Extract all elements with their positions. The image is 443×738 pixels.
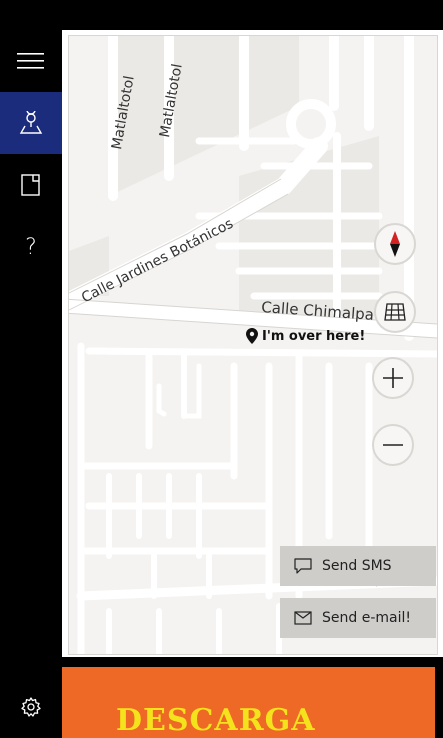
- send-email-label: Send e-mail!: [322, 610, 411, 626]
- ad-banner[interactable]: DESCARGA: [62, 667, 435, 738]
- map-pin-marker-icon: [246, 328, 258, 344]
- sidebar-item-map[interactable]: [0, 92, 62, 154]
- sidebar: ?: [0, 30, 62, 738]
- zoom-out-button[interactable]: [372, 424, 414, 466]
- ad-banner-text: DESCARGA: [116, 703, 316, 738]
- minus-icon: [383, 444, 403, 446]
- note-icon: [21, 174, 40, 196]
- zoom-in-button[interactable]: [372, 357, 414, 399]
- hamburger-menu-button[interactable]: [0, 30, 62, 92]
- send-email-button[interactable]: Send e-mail!: [280, 598, 436, 638]
- sidebar-item-help[interactable]: ?: [0, 216, 62, 278]
- plus-icon: [383, 368, 403, 388]
- send-sms-label: Send SMS: [322, 558, 392, 574]
- settings-button[interactable]: [0, 676, 62, 738]
- sidebar-item-notes[interactable]: [0, 154, 62, 216]
- gear-icon: [21, 697, 41, 717]
- envelope-icon: [294, 611, 312, 625]
- send-sms-button[interactable]: Send SMS: [280, 546, 436, 586]
- compass-button[interactable]: [374, 223, 416, 265]
- map-style-icon: [384, 303, 406, 321]
- map-style-button[interactable]: [374, 291, 416, 333]
- pin-label-text: I'm over here!: [262, 328, 366, 344]
- help-icon: ?: [25, 234, 37, 260]
- message-icon: [294, 558, 312, 574]
- compass-icon: [390, 231, 400, 257]
- location-pin[interactable]: I'm over here!: [246, 328, 365, 344]
- status-bar: [0, 0, 443, 30]
- hamburger-icon: [17, 53, 44, 69]
- map-pin-icon: [19, 111, 43, 134]
